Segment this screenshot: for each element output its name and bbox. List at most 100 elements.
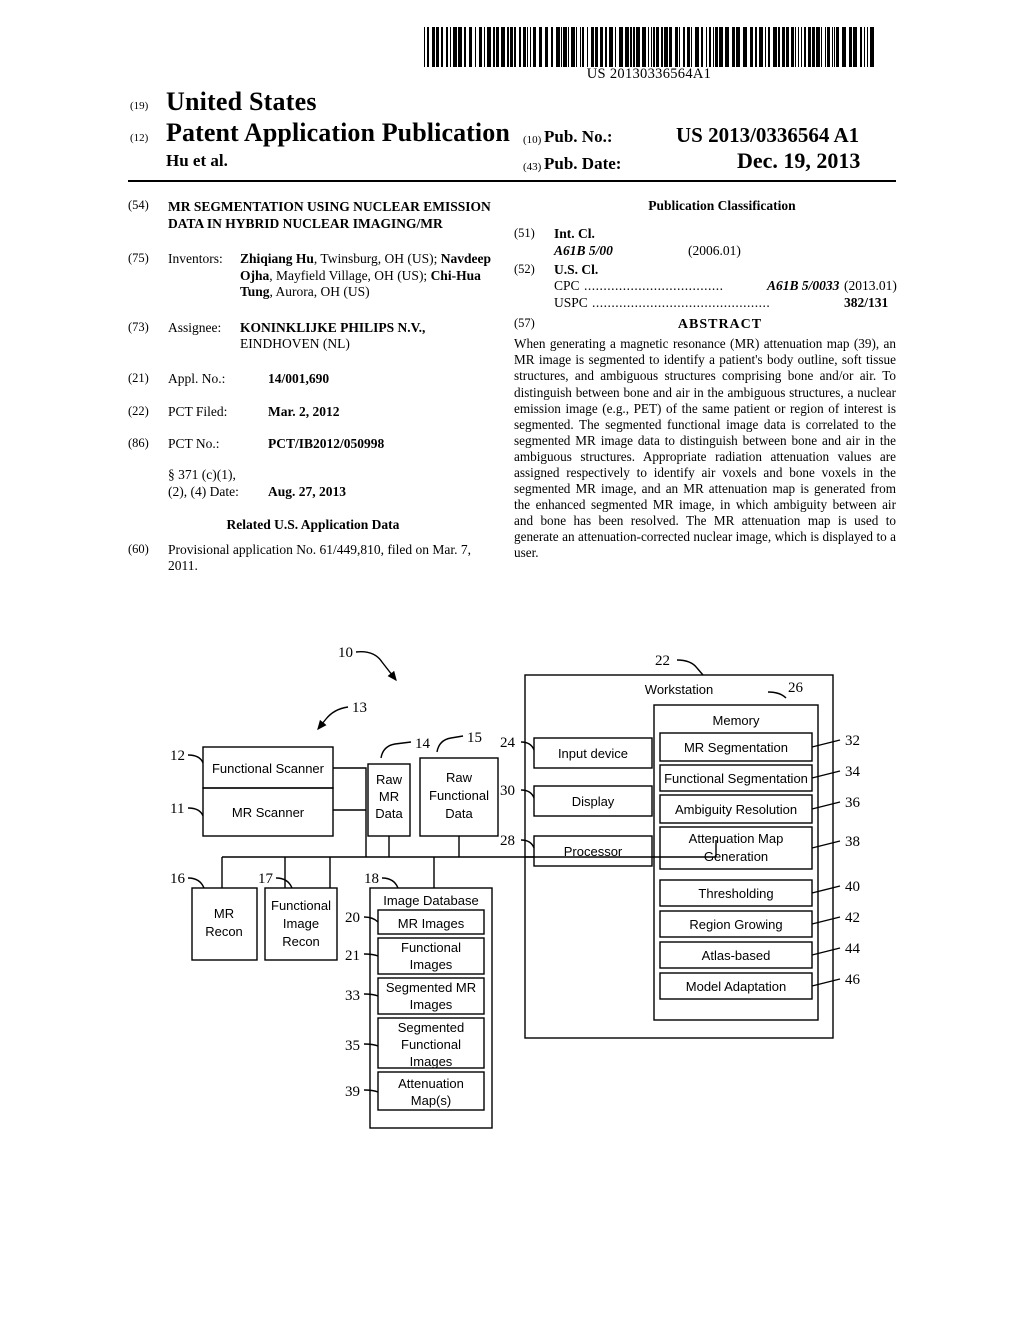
field-code-54: (54) [128, 198, 149, 212]
field-code-52: (52) [514, 261, 535, 276]
ref-10: 10 [338, 645, 353, 661]
leader-35 [363, 1043, 379, 1047]
label-raw-mr-data-2: MR [379, 789, 399, 804]
label-segmented-mr-images-1: Segmented MR [386, 980, 476, 995]
label-mr-recon-2: Recon [205, 924, 243, 939]
field-pct-no: (86) PCT No.: PCT/IB2012/050998 [128, 436, 498, 453]
field-int-cl: (51) Int. Cl. A61B 5/00 (2006.01) [514, 226, 896, 260]
barcode-graphic [424, 27, 874, 67]
leader-28 [520, 839, 535, 849]
inventor-3-prefix: (US); [397, 267, 431, 283]
label-segmented-functional-images-3: Images [410, 1054, 453, 1069]
inventors-label: Inventors: [168, 251, 223, 266]
figure-block-diagram: Functional Scanner MR Scanner Raw MR Dat… [0, 630, 1024, 1150]
label-attenuation-map-generation-2: Generation [704, 849, 768, 864]
leader-40 [811, 885, 841, 894]
pct-filed-label: PCT Filed: [168, 403, 228, 419]
assignee-name: KONINKLIJKE PHILIPS N.V., [240, 319, 426, 335]
pct-no-label: PCT No.: [168, 436, 220, 452]
cpc-version: (2013.01) [844, 278, 897, 294]
label-image-database: Image Database [383, 893, 478, 908]
leader-18 [381, 877, 399, 889]
int-cl-group: Int. Cl. A61B 5/00 (2006.01) [554, 226, 896, 260]
uspc-dots: ........................................… [592, 295, 771, 311]
abstract-heading: ABSTRACT [677, 317, 763, 333]
cpc-code: A61B 5/0033 [767, 278, 840, 294]
label-attenuation-maps-1: Attenuation [398, 1076, 464, 1091]
label-segmented-functional-images-1: Segmented [398, 1020, 465, 1035]
field-code-57: (57) [514, 316, 535, 331]
inventor-1-rest: , Twinsburg, OH (US); [313, 251, 438, 266]
field-code-51: (51) [514, 226, 535, 240]
label-input-device: Input device [558, 746, 628, 761]
leader-33 [363, 993, 379, 997]
cpc-dots: .................................... [584, 278, 724, 294]
ref-38: 38 [845, 834, 860, 850]
pub-no-value: US 2013/0336564 A1 [676, 123, 860, 147]
cpc-row: CPC ....................................… [554, 278, 897, 295]
field-sec371: § 371 (c)(1), (2), (4) Date: Aug. 27, 20… [128, 467, 498, 501]
label-mr-images: MR Images [398, 916, 465, 931]
label-processor: Processor [564, 844, 623, 859]
label-functional-image-recon-2: Image [283, 916, 319, 931]
label-atlas-based: Atlas-based [702, 948, 771, 963]
sec371-date-value: Aug. 27, 2013 [268, 483, 347, 499]
provisional-text: Provisional application No. 61/449,810, … [168, 541, 471, 574]
ref-35: 35 [345, 1038, 360, 1054]
patent-page: US 20130336564A1 (19) United States (12)… [0, 0, 1024, 1320]
barcode [424, 27, 874, 67]
leader-34 [811, 770, 841, 779]
field-code-21: (21) [128, 370, 149, 385]
barcode-number: US 20130336564A1 [586, 66, 712, 82]
label-memory: Memory [713, 713, 760, 728]
ref-15: 15 [467, 730, 482, 746]
uspc-label: USPC [554, 295, 588, 311]
inventor-2-rest: , Mayfield Village, OH [269, 267, 394, 283]
invention-title: MR SEGMENTATION USING NUCLEAR EMISSION D… [168, 199, 491, 231]
header-divider [128, 180, 896, 182]
ref-18: 18 [364, 871, 379, 887]
code-43: (43) [523, 161, 542, 173]
leader-42 [811, 916, 841, 925]
field-code-73: (73) [128, 319, 149, 334]
ref-16: 16 [170, 871, 186, 887]
label-raw-mr-data-3: Data [375, 806, 403, 821]
label-display: Display [572, 794, 615, 809]
ref-13: 13 [352, 700, 367, 716]
field-pct-filed: (22) PCT Filed: Mar. 2, 2012 [128, 404, 498, 421]
ref-26: 26 [788, 680, 804, 696]
int-cl-version: (2006.01) [688, 242, 741, 258]
ref-34: 34 [845, 764, 861, 780]
label-region-growing: Region Growing [689, 917, 782, 932]
leader-16 [187, 877, 205, 889]
leader-13 [317, 706, 349, 731]
leader-17 [275, 877, 293, 889]
bibliographic-right-column: Publication Classification (51) Int. Cl.… [514, 198, 897, 561]
leader-46 [811, 978, 841, 987]
label-raw-functional-data-2: Functional [429, 788, 489, 803]
bibliographic-left-column: (54) MR SEGMENTATION USING NUCLEAR EMISS… [128, 198, 498, 588]
us-cl-group: U.S. Cl. CPC ...........................… [554, 262, 897, 313]
code-19: (19) [130, 100, 149, 112]
field-appl-no: (21) Appl. No.: 14/001,690 [128, 371, 498, 388]
assignee-value: KONINKLIJKE PHILIPS N.V., EINDHOVEN (NL) [240, 320, 498, 353]
label-attenuation-map-generation-1: Attenuation Map [689, 831, 784, 846]
leader-15 [436, 735, 464, 753]
ref-32: 32 [845, 733, 860, 749]
ref-30: 30 [500, 783, 515, 799]
country-name: United States [166, 87, 317, 116]
leader-21 [363, 953, 379, 957]
inventor-3-rest: , Aurora, OH (US) [269, 284, 370, 300]
label-attenuation-maps-2: Map(s) [411, 1093, 451, 1108]
ref-14: 14 [415, 736, 431, 752]
label-mr-segmentation: MR Segmentation [684, 740, 788, 755]
field-abstract: (57) ABSTRACT [514, 316, 896, 333]
ref-33: 33 [345, 988, 360, 1004]
pub-date-value: Dec. 19, 2013 [737, 148, 861, 173]
ref-40: 40 [845, 879, 860, 895]
abstract-text: When generating a magnetic resonance (MR… [514, 336, 896, 560]
assignee-city: EINDHOVEN (NL) [240, 336, 350, 352]
field-assignee: (73) Assignee: KONINKLIJKE PHILIPS N.V.,… [128, 320, 498, 353]
field-code-75: (75) [128, 251, 149, 265]
label-functional-segmentation: Functional Segmentation [664, 771, 808, 786]
